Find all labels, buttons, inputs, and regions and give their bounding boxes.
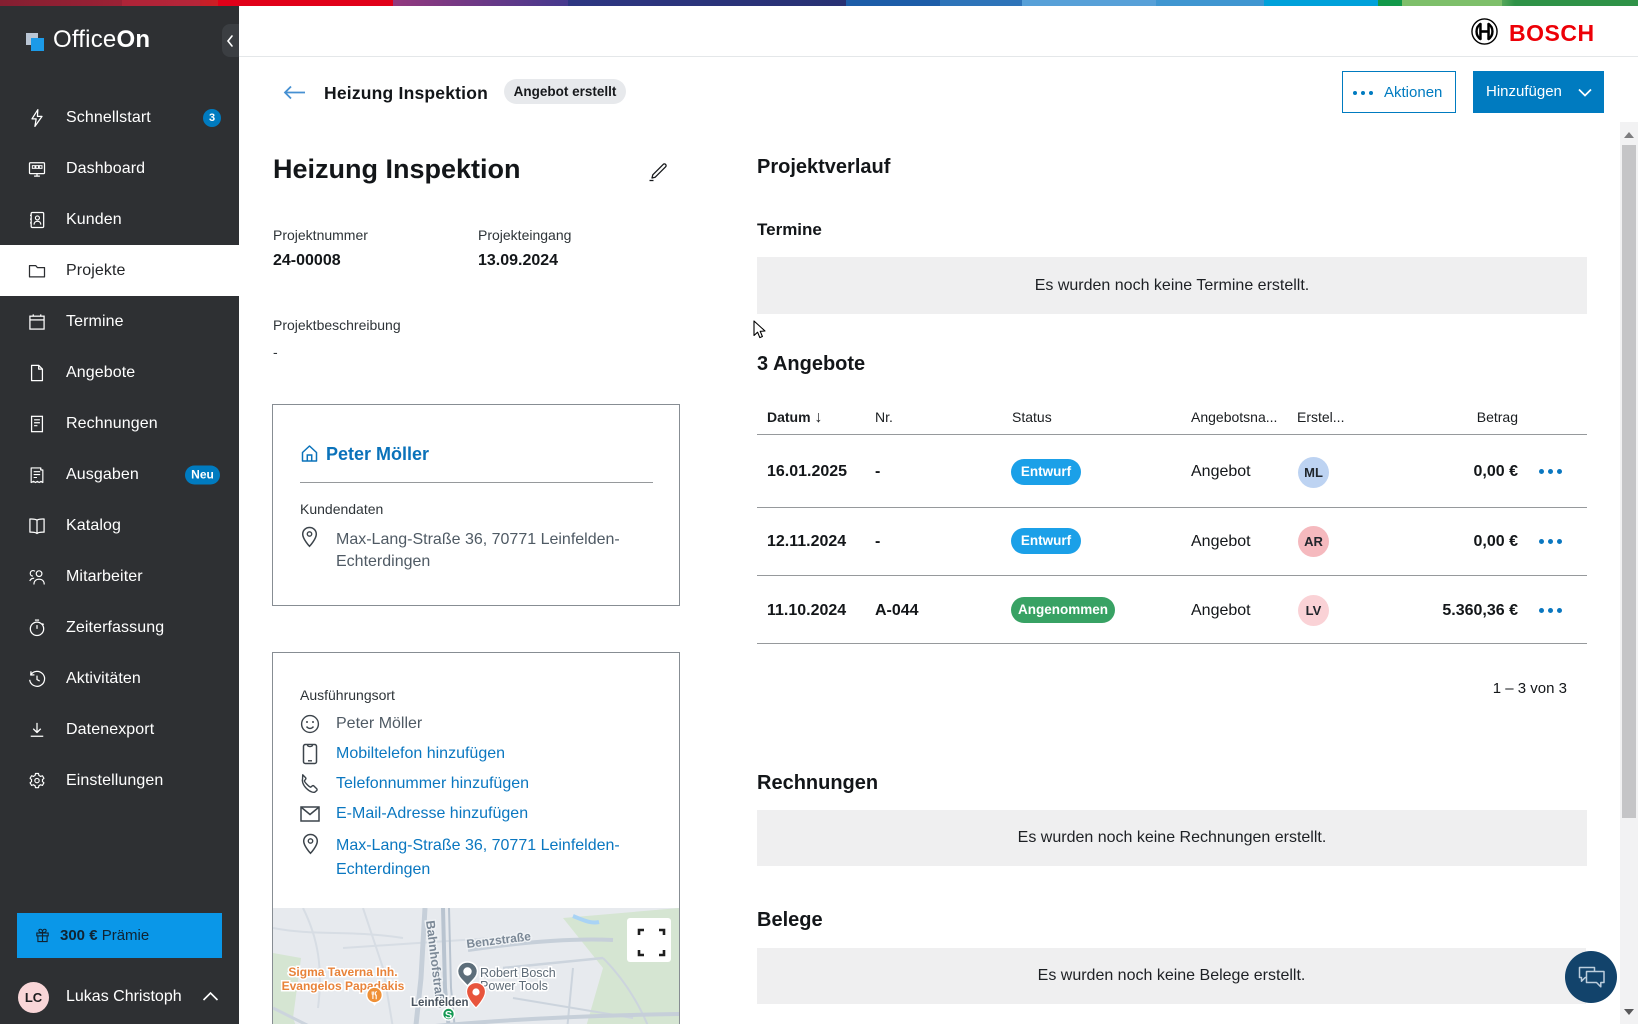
svg-text:Leinfelden: Leinfelden: [411, 997, 469, 1009]
svg-text:Robert BoschPower Tools: Robert BoschPower Tools: [480, 966, 556, 993]
svg-text:S: S: [445, 1010, 452, 1022]
svg-text:Sigma Taverna Inh.Evangelos Pa: Sigma Taverna Inh.Evangelos Papadakis: [282, 965, 405, 993]
